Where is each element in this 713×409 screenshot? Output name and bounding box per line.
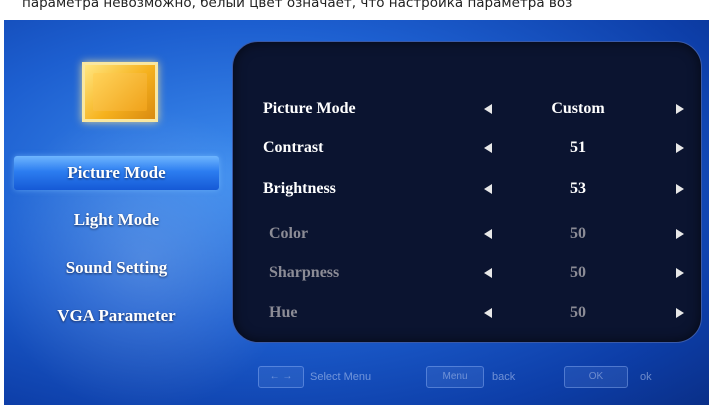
setting-label: Picture Mode xyxy=(263,100,356,117)
setting-value: 50 xyxy=(570,225,586,242)
arrow-left-icon[interactable] xyxy=(484,104,492,114)
setting-row-picture-mode[interactable]: Picture Mode Custom xyxy=(233,95,701,123)
sidebar-item-light-mode[interactable]: Light Mode xyxy=(14,203,219,237)
sidebar-item-label: Sound Setting xyxy=(65,258,168,277)
arrow-right-icon[interactable] xyxy=(676,143,684,153)
setting-value: 50 xyxy=(570,304,586,321)
arrow-left-icon xyxy=(484,268,492,278)
setting-row-color: Color 50 xyxy=(233,220,701,248)
arrow-left-icon[interactable] xyxy=(484,184,492,194)
sidebar-item-vga-parameter[interactable]: VGA Parameter xyxy=(14,299,219,333)
ok-key-icon: OK xyxy=(564,366,628,388)
caption-text: параметра невозможно, белый цвет означае… xyxy=(0,0,713,16)
arrow-right-icon[interactable] xyxy=(676,104,684,114)
sidebar-item-label: VGA Parameter xyxy=(57,306,176,325)
osd-screen: Picture Mode Light Mode Sound Setting VG… xyxy=(4,20,709,405)
setting-label: Brightness xyxy=(263,180,336,197)
key-hint-bar: ← → Select Menu Menu back OK ok xyxy=(254,364,694,390)
arrow-right-icon xyxy=(676,229,684,239)
arrow-keys-icon: ← → xyxy=(258,366,304,388)
setting-value: 50 xyxy=(570,264,586,281)
arrow-left-icon xyxy=(484,229,492,239)
arrow-right-icon xyxy=(676,308,684,318)
hint-label: back xyxy=(492,371,516,383)
hint-label: Select Menu xyxy=(310,371,372,383)
setting-row-contrast[interactable]: Contrast 51 xyxy=(233,134,701,162)
setting-row-hue: Hue 50 xyxy=(233,299,701,327)
setting-label: Hue xyxy=(269,304,298,321)
arrow-right-icon xyxy=(676,268,684,278)
arrow-left-icon[interactable] xyxy=(484,143,492,153)
setting-label: Color xyxy=(269,225,309,242)
sidebar-menu: Picture Mode Light Mode Sound Setting VG… xyxy=(4,20,234,405)
setting-row-brightness[interactable]: Brightness 53 xyxy=(233,175,701,203)
menu-key-icon: Menu xyxy=(426,366,484,388)
setting-value: 51 xyxy=(570,139,586,156)
setting-value: Custom xyxy=(551,100,605,117)
sidebar-item-sound-setting[interactable]: Sound Setting xyxy=(14,251,219,285)
setting-label: Sharpness xyxy=(269,264,340,281)
arrow-right-icon[interactable] xyxy=(676,184,684,194)
hint-label: ok xyxy=(640,371,652,383)
sidebar-item-label: Picture Mode xyxy=(67,163,166,182)
setting-row-sharpness: Sharpness 50 xyxy=(233,259,701,287)
setting-value: 53 xyxy=(570,180,586,197)
sidebar-item-picture-mode[interactable]: Picture Mode xyxy=(14,156,219,190)
sidebar-item-label: Light Mode xyxy=(73,210,160,229)
picture-icon xyxy=(82,62,158,122)
setting-label: Contrast xyxy=(263,139,324,156)
settings-panel: Picture Mode Custom Contrast 51 Brightne… xyxy=(232,41,702,343)
arrow-left-icon xyxy=(484,308,492,318)
